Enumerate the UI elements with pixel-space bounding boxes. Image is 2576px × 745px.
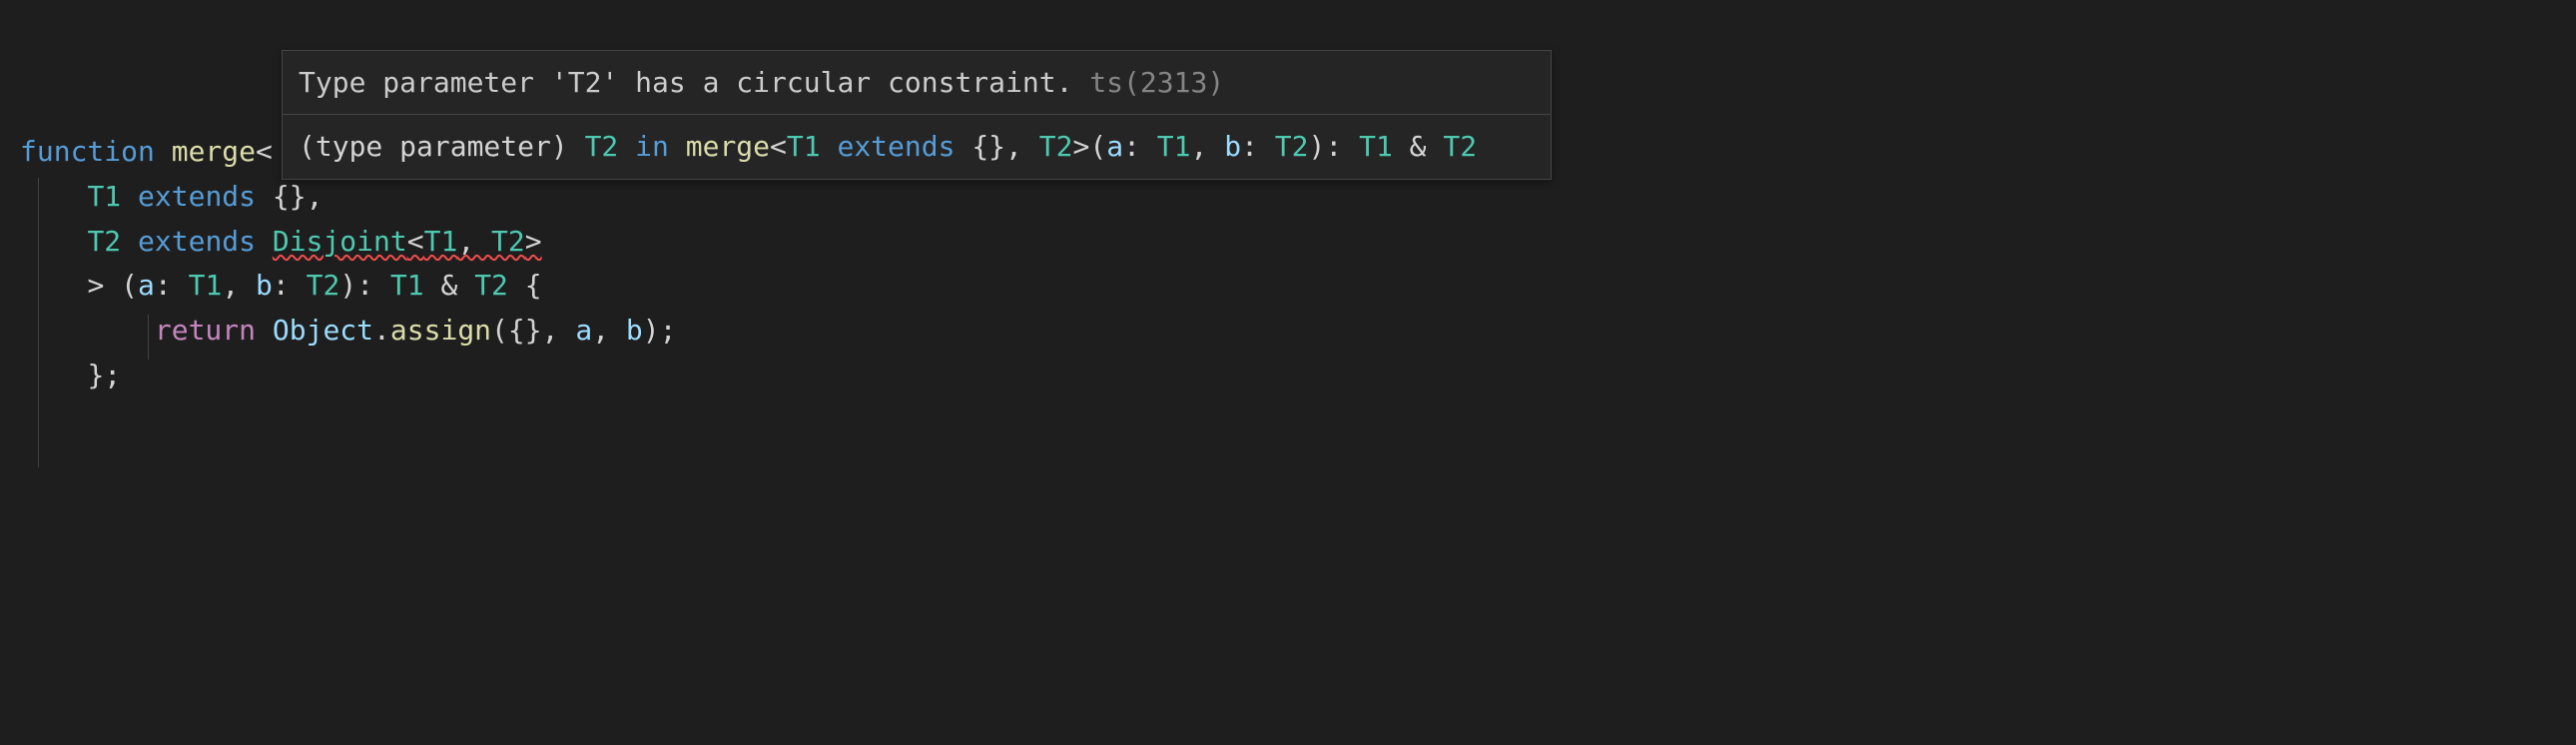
- sig-t2: T2: [1443, 130, 1477, 163]
- hover-tooltip[interactable]: Type parameter 'T2' has a circular const…: [282, 50, 1552, 180]
- semicolon: ;: [660, 314, 677, 347]
- sig-t1: T1: [787, 130, 821, 163]
- code-line[interactable]: T1 extends {},: [20, 175, 2576, 220]
- signature-prefix: (type parameter): [299, 130, 585, 163]
- paren-close: ): [339, 269, 356, 302]
- brace-close: };: [87, 359, 121, 391]
- signature-section: (type parameter) T2 in merge<T1 extends …: [283, 114, 1551, 178]
- error-comma[interactable]: ,: [457, 225, 491, 258]
- keyword-return: return: [155, 314, 273, 347]
- error-angle-close[interactable]: >: [525, 225, 542, 258]
- comma: ,: [222, 269, 256, 302]
- error-t1[interactable]: T1: [424, 225, 458, 258]
- keyword-function: function: [20, 135, 172, 168]
- sig-t1: T1: [1359, 130, 1393, 163]
- var-a: a: [575, 314, 592, 347]
- code-line[interactable]: };: [20, 354, 2576, 398]
- error-disjoint[interactable]: Disjoint: [273, 225, 407, 258]
- type-t2: T2: [474, 269, 508, 302]
- var-b: b: [626, 314, 643, 347]
- dot: .: [373, 314, 390, 347]
- type-t2: T2: [307, 269, 340, 302]
- object-global: Object: [273, 314, 373, 347]
- comma: ,: [592, 314, 626, 347]
- error-angle[interactable]: <: [407, 225, 424, 258]
- code-line[interactable]: return Object.assign({}, a, b);: [20, 309, 2576, 354]
- colon: :: [356, 269, 390, 302]
- colon: :: [1123, 130, 1157, 163]
- sig-t2: T2: [585, 130, 619, 163]
- sig-t1: T1: [1157, 130, 1191, 163]
- ampersand: &: [1393, 130, 1444, 163]
- sig-t2: T2: [1039, 130, 1073, 163]
- colon: :: [273, 269, 307, 302]
- type-t1: T1: [390, 269, 424, 302]
- sig-merge: merge: [686, 130, 770, 163]
- empty-braces: {}: [971, 130, 1005, 163]
- sig-t2: T2: [1275, 130, 1309, 163]
- paren-close: ): [643, 314, 660, 347]
- colon: :: [1325, 130, 1359, 163]
- comma: ,: [307, 180, 323, 213]
- param-b: b: [1224, 130, 1241, 163]
- paren-open: (: [491, 314, 508, 347]
- brace-open: {: [508, 269, 542, 302]
- error-code: ts(2313): [1089, 66, 1224, 99]
- comma: ,: [1005, 130, 1039, 163]
- paren-close: ): [1309, 130, 1326, 163]
- paren-open: (: [121, 269, 138, 302]
- type-t1: T1: [87, 180, 121, 213]
- keyword-extends: extends: [821, 130, 972, 163]
- error-t2[interactable]: T2: [491, 225, 525, 258]
- param-a: a: [138, 269, 155, 302]
- empty-braces: {}: [273, 180, 307, 213]
- angle-close: >: [87, 269, 121, 302]
- error-message: Type parameter 'T2' has a circular const…: [299, 66, 1072, 99]
- param-a: a: [1106, 130, 1123, 163]
- error-section: Type parameter 'T2' has a circular const…: [283, 51, 1551, 114]
- code-line[interactable]: > (a: T1, b: T2): T1 & T2 {: [20, 264, 2576, 309]
- keyword-in: in: [618, 130, 685, 163]
- code-line[interactable]: T2 extends Disjoint<T1, T2>: [20, 220, 2576, 265]
- colon: :: [1241, 130, 1275, 163]
- function-name: merge: [172, 135, 256, 168]
- param-b: b: [256, 269, 273, 302]
- method-assign: assign: [390, 314, 491, 347]
- comma: ,: [542, 314, 576, 347]
- angle-open: <: [256, 135, 273, 168]
- keyword-extends: extends: [121, 225, 273, 258]
- colon: :: [155, 269, 189, 302]
- angle-open: <: [770, 130, 787, 163]
- comma: ,: [1191, 130, 1225, 163]
- ampersand: &: [424, 269, 475, 302]
- angle-close: >: [1072, 130, 1089, 163]
- paren-open: (: [1089, 130, 1106, 163]
- type-t1: T1: [189, 269, 223, 302]
- keyword-extends: extends: [121, 180, 273, 213]
- empty-braces: {}: [508, 314, 542, 347]
- type-t2: T2: [87, 225, 121, 258]
